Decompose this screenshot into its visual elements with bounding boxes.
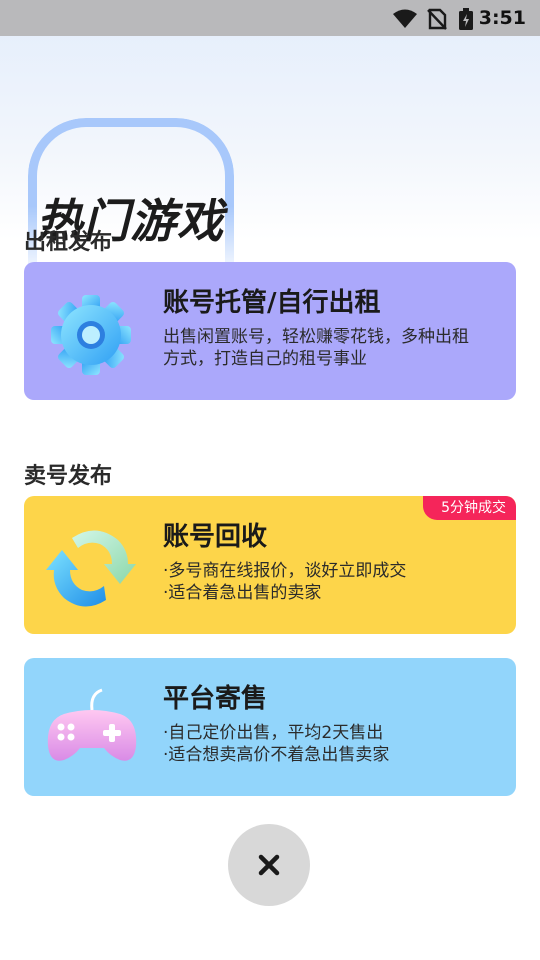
gamepad-icon <box>47 688 137 761</box>
status-time: 3:51 <box>478 7 526 29</box>
card-recycle[interactable]: 5分钟成交 账号回收 ·多号商在线报价，谈好立即成交 ·适合着急出售的卖家 <box>24 496 516 634</box>
description-line: ·自己定价出售，平均2天售出 <box>163 723 384 743</box>
description-line: ·多号商在线报价，谈好立即成交 <box>163 561 407 581</box>
card-description: ·多号商在线报价，谈好立即成交 ·适合着急出售的卖家 <box>163 560 483 604</box>
section-label-sell: 卖号发布 <box>24 464 113 489</box>
description-line: ·适合想卖高价不着急出售卖家 <box>163 745 390 765</box>
gear-icon <box>51 295 131 375</box>
card-title: 账号托管/自行出租 <box>163 288 381 318</box>
section-label-rent: 出租发布 <box>24 230 113 255</box>
recycle-arrows-icon <box>46 530 136 607</box>
card-description: 出售闲置账号，轻松赚零花钱，多种出租方式，打造自己的租号事业 <box>163 327 469 369</box>
badge-5min: 5分钟成交 <box>423 496 516 520</box>
card-rent[interactable]: 账号托管/自行出租 出售闲置账号，轻松赚零花钱，多种出租方式，打造自己的租号事业 <box>24 262 516 400</box>
description-line: ·适合着急出售的卖家 <box>163 583 322 603</box>
card-description: ·自己定价出售，平均2天售出 ·适合想卖高价不着急出售卖家 <box>163 722 483 766</box>
no-sim-icon <box>427 8 447 30</box>
card-consign[interactable]: 平台寄售 ·自己定价出售，平均2天售出 ·适合想卖高价不着急出售卖家 <box>24 658 516 796</box>
card-title: 平台寄售 <box>163 684 268 714</box>
card-title: 账号回收 <box>163 522 268 552</box>
battery-charging-icon <box>459 8 473 30</box>
wifi-icon <box>393 9 417 28</box>
status-bar: 3:51 <box>0 0 540 36</box>
close-button[interactable] <box>228 824 310 906</box>
close-icon <box>258 854 280 876</box>
